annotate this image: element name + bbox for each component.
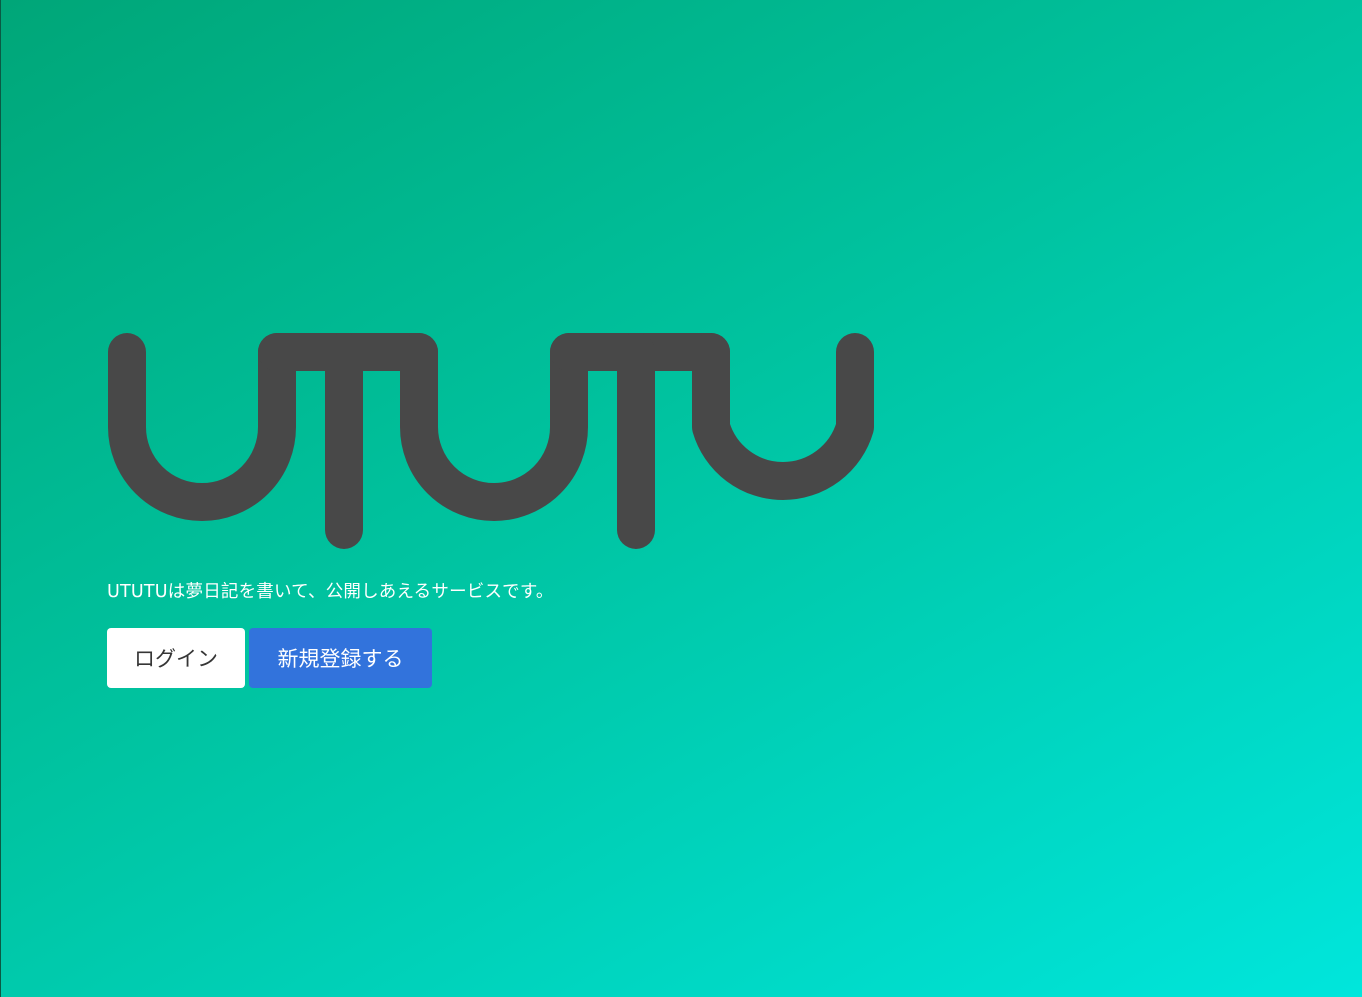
ututu-logo — [108, 333, 874, 549]
signup-button[interactable]: 新規登録する — [249, 628, 432, 688]
login-button[interactable]: ログイン — [107, 628, 245, 688]
auth-buttons: ログイン 新規登録する — [107, 628, 907, 688]
page-left-edge — [0, 0, 1, 997]
hero-section: UTUTUは夢日記を書いて、公開しあえるサービスです。 ログイン 新規登録する — [107, 332, 907, 688]
service-tagline: UTUTUは夢日記を書いて、公開しあえるサービスです。 — [107, 582, 554, 602]
